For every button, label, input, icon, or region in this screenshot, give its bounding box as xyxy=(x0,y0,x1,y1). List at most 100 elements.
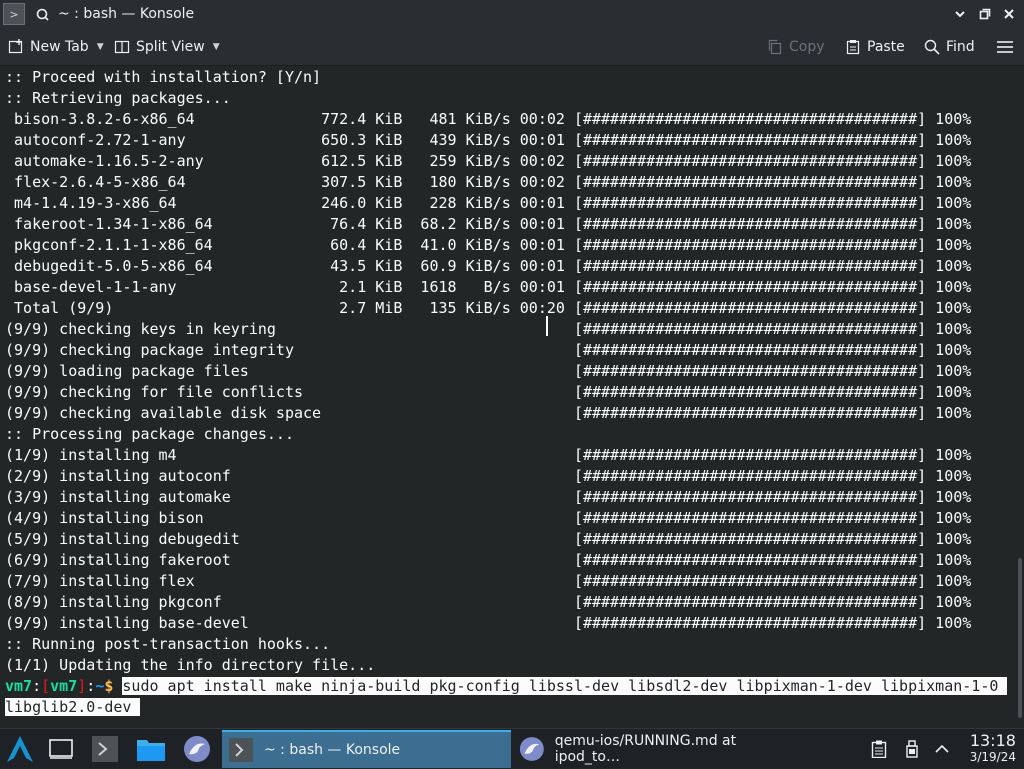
scrollbar-thumb[interactable] xyxy=(1018,558,1022,718)
application-launcher-button[interactable] xyxy=(0,729,40,769)
clipboard-icon xyxy=(871,740,887,758)
find-label: Find xyxy=(946,39,975,55)
split-view-button[interactable]: Split View ▼ xyxy=(114,28,220,66)
terminal-line: (9/9) checking keys in keyring [########… xyxy=(5,320,972,338)
find-button[interactable]: Find xyxy=(924,28,975,66)
copy-icon xyxy=(768,39,782,55)
clock-date: 3/19/24 xyxy=(969,750,1016,764)
task-label: ~ : bash — Konsole xyxy=(264,742,401,758)
terminal-line: Total (9/9) 2.7 MiB 135 KiB/s 00:20 [###… xyxy=(5,299,972,317)
usb-drive-icon xyxy=(906,740,918,758)
prompt-bracket-close: ] xyxy=(77,677,87,695)
maximize-button[interactable] xyxy=(975,4,995,24)
terminal-line: (9/9) checking for file conflicts [#####… xyxy=(5,383,972,401)
terminal-line: (9/9) checking package integrity [######… xyxy=(5,341,972,359)
hamburger-menu-button[interactable] xyxy=(997,28,1013,66)
prompt-line: vm7:[vm7]:~$ sudo apt install make ninja… xyxy=(5,676,1008,697)
terminal-line: m4-1.4.19-3-x86_64 246.0 KiB 228 KiB/s 0… xyxy=(5,194,972,212)
terminal-line: (9/9) loading package files [###########… xyxy=(5,362,972,380)
hamburger-menu-icon xyxy=(997,41,1013,53)
prompt-user: vm7 xyxy=(5,677,33,695)
restore-icon xyxy=(979,8,991,20)
split-view-label: Split View xyxy=(136,39,205,55)
terminal-line: :: Proceed with installation? [Y/n] xyxy=(5,68,322,86)
digital-clock[interactable]: 13:18 3/19/24 xyxy=(970,732,1016,765)
new-tab-label: New Tab xyxy=(30,39,89,55)
paste-icon xyxy=(846,40,860,55)
command-continuation-line: libglib2.0-dev xyxy=(5,697,1007,718)
terminal-line: (6/9) installing fakeroot [#############… xyxy=(5,551,972,569)
title-bar[interactable]: > ~ : bash — Konsole xyxy=(0,0,1024,28)
terminal-line: (1/9) installing m4 [###################… xyxy=(5,446,972,464)
taskbar: ~ : bash — Konsole qemu-ios/RUNNING.md a… xyxy=(0,728,1024,768)
terminal-line: (4/9) installing bison [################… xyxy=(5,509,972,527)
terminal-scrollbar[interactable] xyxy=(1018,70,1022,720)
folder-icon xyxy=(137,740,165,761)
close-button[interactable] xyxy=(999,4,1019,24)
task-label: qemu-ios/RUNNING.md at ipod_to… xyxy=(554,733,737,765)
terminal-line: :: Retrieving packages... xyxy=(5,89,231,107)
chevron-down-icon xyxy=(955,11,965,18)
terminal-line: base-devel-1-1-any 2.1 KiB 1618 B/s 00:0… xyxy=(5,278,972,296)
paste-label: Paste xyxy=(867,39,905,55)
prompt-path: ~ xyxy=(95,677,105,695)
task-browser[interactable]: qemu-ios/RUNNING.md at ipod_to… xyxy=(513,730,803,768)
terminal-line: (8/9) installing pkgconf [##############… xyxy=(5,593,972,611)
minimize-button[interactable] xyxy=(950,4,970,24)
pin-icon[interactable] xyxy=(34,6,50,22)
system-tray-expand-button[interactable] xyxy=(932,729,952,769)
terminal-line: (1/1) Updating the info directory file..… xyxy=(5,656,376,674)
browser-icon xyxy=(519,737,544,761)
browser-launcher[interactable] xyxy=(180,729,214,769)
copy-label: Copy xyxy=(789,39,825,55)
terminal-line: automake-1.16.5-2-any 612.5 KiB 259 KiB/… xyxy=(5,152,972,170)
file-manager-launcher[interactable] xyxy=(134,729,168,769)
chevron-down-icon[interactable]: ▼ xyxy=(97,42,104,52)
prompt-bracket-open: [ xyxy=(41,677,51,695)
terminal-line: bison-3.8.2-6-x86_64 772.4 KiB 481 KiB/s… xyxy=(5,110,972,128)
terminal-icon xyxy=(229,738,253,762)
terminal-line: flex-2.6.4-5-x86_64 307.5 KiB 180 KiB/s … xyxy=(5,173,972,191)
konsole-app-icon[interactable]: > xyxy=(3,3,25,25)
clock-time: 13:18 xyxy=(969,731,1016,750)
paste-button[interactable]: Paste xyxy=(845,28,905,66)
split-view-icon xyxy=(114,40,130,54)
terminal-line: fakeroot-1.34-1-x86_64 76.4 KiB 68.2 KiB… xyxy=(5,215,972,233)
search-icon xyxy=(924,39,940,55)
terminal-line: debugedit-5.0-5-x86_64 43.5 KiB 60.9 KiB… xyxy=(5,257,972,275)
prompt-host: vm7 xyxy=(50,677,78,695)
konsole-launcher[interactable] xyxy=(88,729,122,769)
terminal-line: :: Processing package changes... xyxy=(5,425,294,443)
terminal-line: (9/9) installing base-devel [###########… xyxy=(5,614,972,632)
close-icon xyxy=(1004,9,1014,19)
browser-icon xyxy=(184,736,210,762)
selected-command-text: libglib2.0-dev xyxy=(5,698,141,716)
window-title: ~ : bash — Konsole xyxy=(58,6,195,22)
chevron-up-icon xyxy=(935,744,949,753)
show-desktop-button[interactable] xyxy=(44,729,78,769)
terminal-output: :: Proceed with installation? [Y/n]:: Re… xyxy=(5,67,1008,718)
arch-logo-icon xyxy=(7,736,33,762)
prompt-separator: : xyxy=(86,677,96,695)
terminal-view[interactable]: :: Proceed with installation? [Y/n]:: Re… xyxy=(0,66,1024,728)
terminal-line: (7/9) installing flex [#################… xyxy=(5,572,972,590)
terminal-line: (9/9) checking available disk space [###… xyxy=(5,404,972,422)
terminal-line: autoconf-2.72-1-any 650.3 KiB 439 KiB/s … xyxy=(5,131,972,149)
selected-command-text: sudo apt install make ninja-build pkg-co… xyxy=(122,677,1008,695)
clipboard-tray-button[interactable] xyxy=(868,729,890,769)
copy-button[interactable]: Copy xyxy=(767,28,825,66)
prompt-separator: : xyxy=(32,677,42,695)
desktop-icon xyxy=(49,739,73,759)
terminal-line: pkgconf-2.1.1-1-x86_64 60.4 KiB 41.0 KiB… xyxy=(5,236,972,254)
terminal-line: (2/9) installing autoconf [#############… xyxy=(5,467,972,485)
task-konsole[interactable]: ~ : bash — Konsole xyxy=(222,730,511,768)
terminal-line: :: Running post-transaction hooks... xyxy=(5,635,331,653)
chevron-down-icon[interactable]: ▼ xyxy=(213,42,220,52)
new-tab-button[interactable]: New Tab ▼ xyxy=(8,28,104,66)
removable-devices-tray-button[interactable] xyxy=(902,729,922,769)
terminal-line: (5/9) installing debugedit [############… xyxy=(5,530,972,548)
mouse-text-cursor xyxy=(546,316,548,336)
toolbar: New Tab ▼ Split View ▼ Copy Paste Find xyxy=(0,28,1024,66)
terminal-icon xyxy=(92,736,118,762)
terminal-line: (3/9) installing automake [#############… xyxy=(5,488,972,506)
